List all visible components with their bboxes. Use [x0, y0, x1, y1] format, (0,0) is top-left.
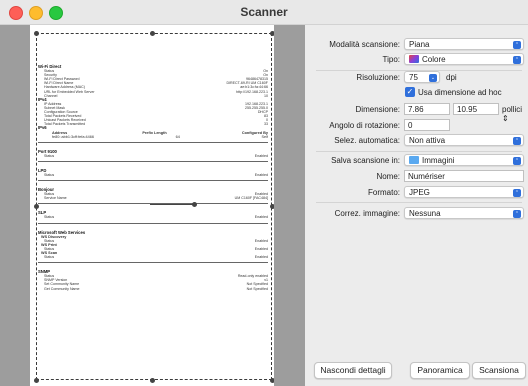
autoselect-popup[interactable]: Non attiva ⌃ — [404, 134, 524, 146]
hide-details-button[interactable]: Nascondi dettagli — [314, 362, 392, 379]
type-label: Tipo: — [382, 55, 401, 64]
crop-handle-bottom-left[interactable] — [33, 377, 39, 383]
title-bar: Scanner — [0, 0, 528, 25]
crop-handle-right[interactable] — [269, 204, 274, 209]
resolution-unit: dpi — [446, 73, 457, 82]
save-to-value: Immagini — [422, 156, 455, 165]
crop-handle-top[interactable] — [150, 30, 155, 36]
format-value: JPEG — [409, 188, 430, 197]
scan-mode-value: Piana — [409, 40, 430, 49]
dimension-unit-popup[interactable]: pollici ⇕ — [502, 105, 528, 123]
name-label: Nome: — [376, 172, 400, 181]
type-popup[interactable]: Colore ⌃ — [404, 53, 524, 65]
crop-handle-left[interactable] — [33, 204, 39, 209]
color-mode-icon — [409, 55, 419, 63]
resolution-value: 75 — [409, 73, 418, 82]
scan-button[interactable]: Scansiona — [472, 362, 526, 379]
rotation-handle[interactable] — [192, 202, 197, 207]
width-field[interactable]: 7.86 — [404, 103, 450, 115]
save-to-label: Salva scansione in: — [331, 156, 400, 165]
format-popup[interactable]: JPEG ⌃ — [404, 186, 524, 198]
scan-mode-popup[interactable]: Piana ⌃ — [404, 38, 524, 50]
scan-settings-panel: Modalità scansione: Piana ⌃ Tipo: Colore… — [306, 25, 528, 386]
format-label: Formato: — [367, 188, 400, 197]
crop-handle-top-left[interactable] — [33, 30, 39, 36]
autoselect-value: Non attiva — [409, 136, 446, 145]
popup-arrow-icon: ⌃ — [513, 41, 521, 49]
image-correction-popup[interactable]: Nessuna ⌃ — [404, 207, 524, 219]
save-to-popup[interactable]: Immagini ⌃ — [404, 154, 524, 166]
scanned-page: Wi-Fi Direct Status On Security On Wi-Fi Dire… — [30, 25, 274, 386]
folder-icon — [409, 156, 419, 164]
name-field[interactable]: Numériser — [404, 170, 524, 182]
crop-handle-bottom-right[interactable] — [269, 377, 274, 383]
dimension-label: Dimensione: — [355, 105, 400, 114]
rotation-field[interactable]: 0 — [404, 119, 450, 131]
separator — [316, 202, 522, 203]
custom-size-label: Usa dimensione ad hoc — [418, 88, 502, 97]
scan-mode-label: Modalità scansione: — [329, 40, 400, 49]
separator — [316, 151, 522, 152]
resolution-combo[interactable]: 75 ⌄ — [404, 71, 440, 83]
custom-size-checkbox[interactable]: ✓ — [405, 87, 415, 97]
scan-selection-frame[interactable] — [33, 30, 274, 383]
crop-handle-bottom[interactable] — [150, 377, 155, 383]
dimension-unit-value: pollici — [502, 105, 523, 114]
height-field[interactable]: 10.95 — [453, 103, 499, 115]
popup-arrow-icon: ⌃ — [513, 157, 521, 165]
chevron-down-icon: ⌄ — [429, 74, 437, 82]
popup-arrow-icon: ⌃ — [513, 137, 521, 145]
overview-button[interactable]: Panoramica — [410, 362, 470, 379]
rotation-handle-line — [150, 204, 195, 205]
rotation-label: Angolo di rotazione: — [329, 121, 400, 130]
window-title: Scanner — [240, 5, 288, 19]
type-value: Colore — [422, 55, 446, 64]
scan-preview-area: Wi-Fi Direct Status On Security On Wi-Fi Dire… — [0, 25, 305, 386]
resolution-label: Risoluzione: — [356, 73, 400, 82]
crop-handle-top-right[interactable] — [269, 30, 274, 36]
image-correction-label: Correz. immagine: — [334, 209, 400, 218]
updown-icon: ⇕ — [502, 114, 509, 123]
popup-arrow-icon: ⌃ — [513, 189, 521, 197]
popup-arrow-icon: ⌃ — [513, 210, 521, 218]
scanner-window: Scanner Wi-Fi Direct Status On Security On Wi… — [0, 0, 528, 386]
image-correction-value: Nessuna — [409, 209, 441, 218]
popup-arrow-icon: ⌃ — [513, 56, 521, 64]
autoselect-label: Selez. automatica: — [334, 136, 400, 145]
